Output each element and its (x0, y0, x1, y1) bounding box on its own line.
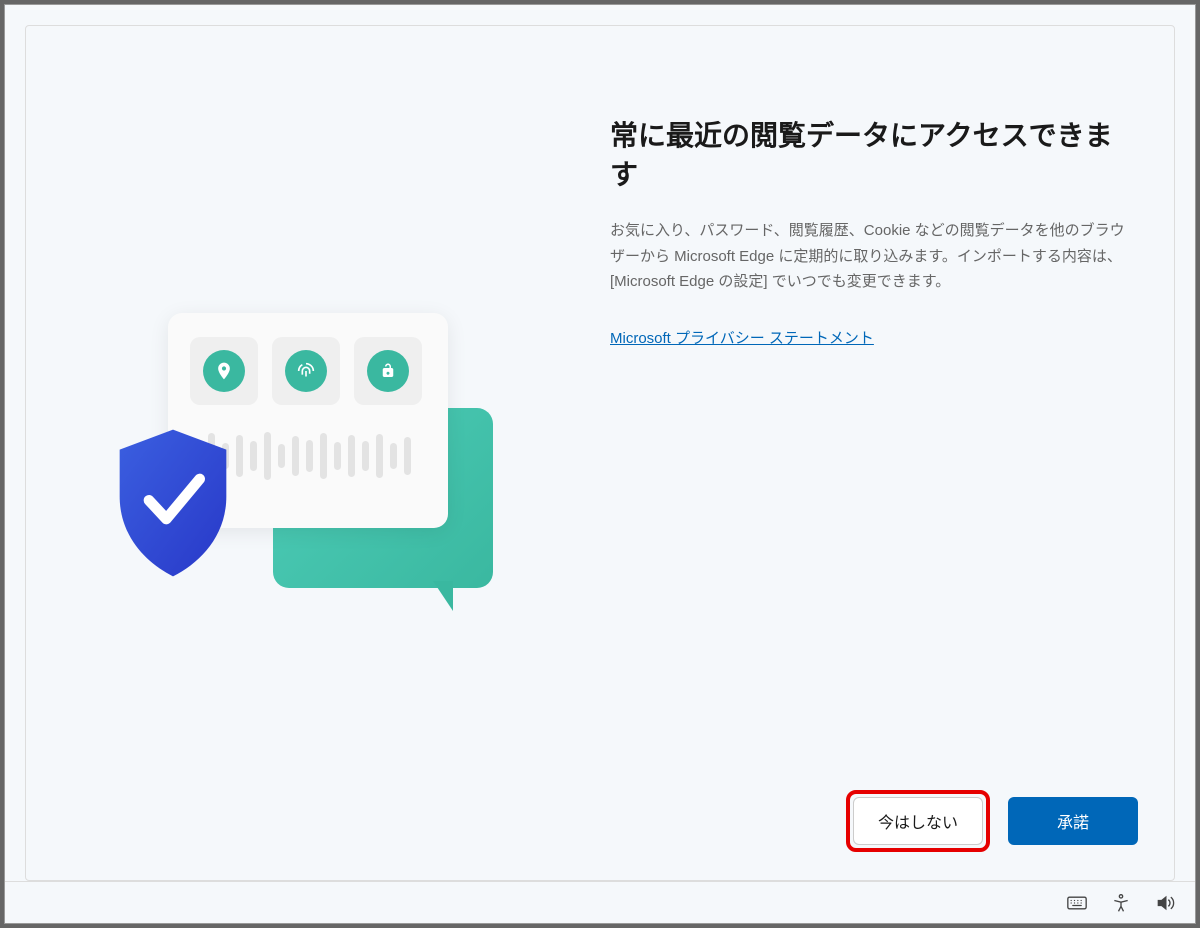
dialog-panel: 常に最近の閲覧データにアクセスできます お気に入り、パスワード、閲覧履歴、Coo… (25, 25, 1175, 881)
fingerprint-icon (285, 350, 327, 392)
taskbar (5, 881, 1195, 923)
privacy-statement-link[interactable]: Microsoft プライバシー ステートメント (610, 330, 874, 347)
keyboard-icon[interactable] (1067, 893, 1087, 913)
accept-button[interactable]: 承諾 (1008, 797, 1138, 845)
not-now-button[interactable]: 今はしない (853, 797, 983, 845)
accessibility-icon[interactable] (1111, 893, 1131, 913)
dialog-description: お気に入り、パスワード、閲覧履歴、Cookie などの閲覧データを他のブラウザー… (610, 218, 1134, 295)
volume-icon[interactable] (1155, 893, 1175, 913)
icon-box-lock (354, 337, 422, 405)
icon-box-fingerprint (272, 337, 340, 405)
dialog-button-row: 今はしない 承諾 (846, 790, 1138, 852)
privacy-illustration (113, 303, 513, 643)
location-pin-icon (203, 350, 245, 392)
chat-bubble-tail (433, 581, 453, 611)
setup-window: 常に最近の閲覧データにアクセスできます お気に入り、パスワード、閲覧履歴、Coo… (4, 4, 1196, 924)
illustration-column (26, 26, 600, 880)
text-column: 常に最近の閲覧データにアクセスできます お気に入り、パスワード、閲覧履歴、Coo… (600, 26, 1174, 880)
lock-icon (367, 350, 409, 392)
content-area: 常に最近の閲覧データにアクセスできます お気に入り、パスワード、閲覧履歴、Coo… (5, 5, 1195, 881)
shield-check-icon (103, 423, 243, 583)
icon-box-location (190, 337, 258, 405)
dialog-title: 常に最近の閲覧データにアクセスできます (610, 116, 1134, 194)
not-now-highlight: 今はしない (846, 790, 990, 852)
icon-row (190, 337, 426, 405)
